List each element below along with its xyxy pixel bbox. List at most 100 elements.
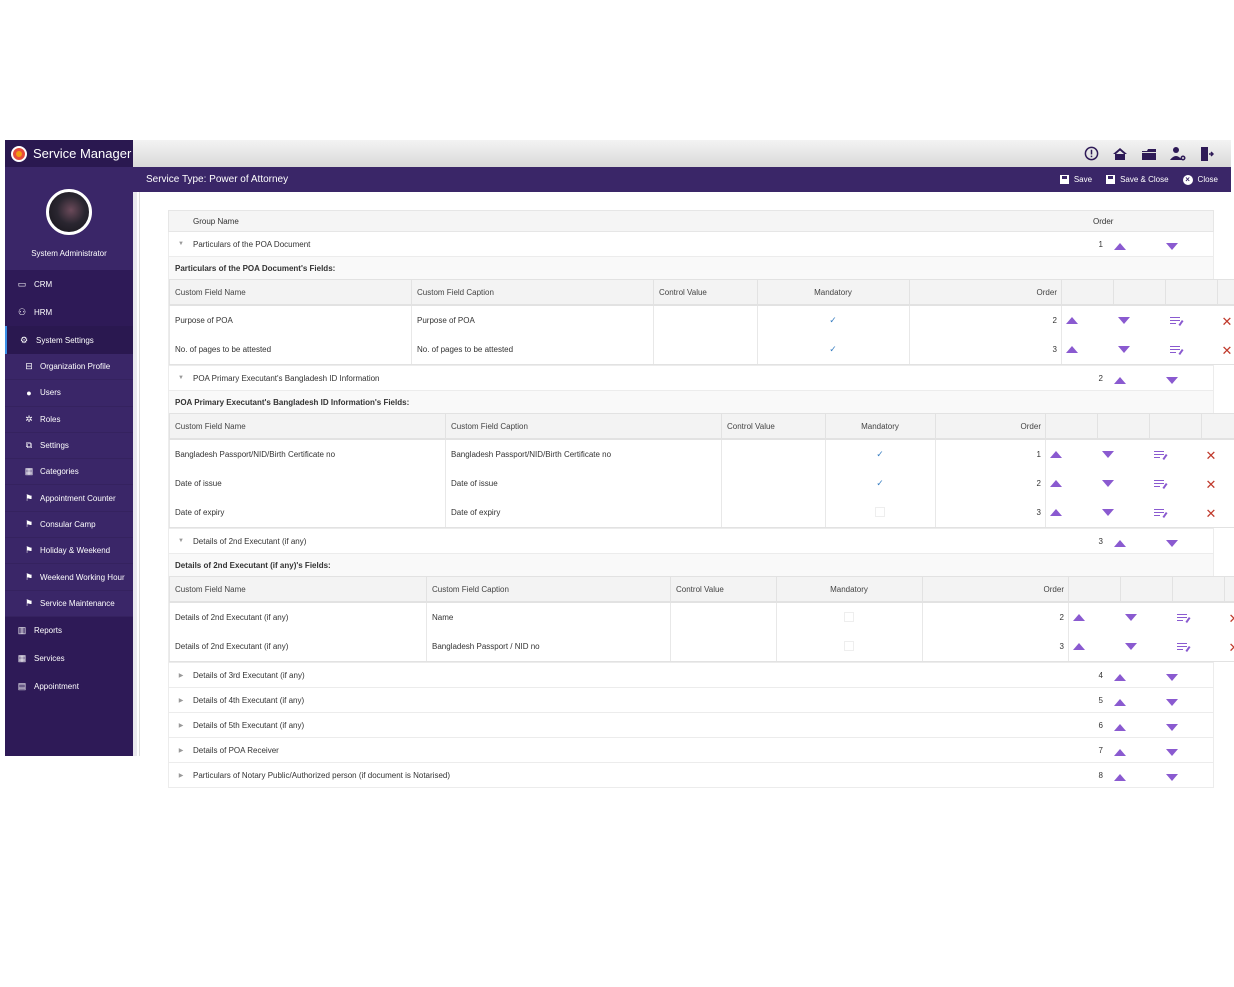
sidebar-item-crm[interactable]: ▭ CRM xyxy=(5,270,133,298)
caret-right-icon[interactable]: ▶ xyxy=(169,747,193,754)
edit-button[interactable] xyxy=(1150,439,1202,469)
caret-right-icon[interactable]: ▶ xyxy=(169,672,193,679)
move-down-button[interactable] xyxy=(1098,469,1150,498)
edit-button[interactable] xyxy=(1150,469,1202,498)
column-header-group-name[interactable]: Group Name xyxy=(193,217,1093,226)
sidebar-item-users[interactable]: ● Users xyxy=(5,380,133,407)
move-up-button[interactable] xyxy=(1109,720,1161,731)
sidebar-item-service-maintenance[interactable]: ⚑ Service Maintenance xyxy=(5,591,133,617)
delete-button[interactable]: ✕ xyxy=(1218,305,1234,335)
sidebar-item-appointment[interactable]: ▤ Appointment xyxy=(5,673,133,701)
checkmark-icon[interactable]: ✓ xyxy=(829,315,837,325)
home-icon[interactable] xyxy=(1112,146,1128,162)
column-header-order[interactable]: Order xyxy=(909,279,1062,306)
move-down-button[interactable] xyxy=(1161,670,1213,681)
move-up-button[interactable] xyxy=(1046,439,1098,469)
edit-button[interactable] xyxy=(1165,335,1218,365)
move-up-button[interactable] xyxy=(1109,536,1161,547)
column-header-mandatory[interactable]: Mandatory xyxy=(757,279,910,306)
move-down-button[interactable] xyxy=(1098,439,1150,469)
close-button[interactable]: × Close xyxy=(1182,174,1218,185)
move-up-button[interactable] xyxy=(1109,670,1161,681)
move-up-button[interactable] xyxy=(1061,335,1114,365)
checkmark-icon[interactable]: ✓ xyxy=(876,449,884,459)
move-up-button[interactable] xyxy=(1045,498,1098,528)
move-up-button[interactable] xyxy=(1046,469,1098,498)
logout-icon[interactable] xyxy=(1199,146,1215,162)
move-up-button[interactable] xyxy=(1069,602,1121,632)
column-header-mandatory[interactable]: Mandatory xyxy=(825,413,936,440)
column-header-order[interactable]: Order xyxy=(935,413,1046,440)
delete-button[interactable]: ✕ xyxy=(1225,602,1234,632)
caret-right-icon[interactable]: ▶ xyxy=(169,697,193,704)
sidebar-item-appointment-counter[interactable]: ⚑ Appointment Counter xyxy=(5,485,133,512)
sidebar-item-services[interactable]: ▦ Services xyxy=(5,645,133,673)
sidebar-item-reports[interactable]: ▥ Reports xyxy=(5,617,133,645)
move-down-button[interactable] xyxy=(1161,373,1213,384)
column-header-mandatory[interactable]: Mandatory xyxy=(776,576,923,603)
sidebar-item-consular-camp[interactable]: ⚑ Consular Camp xyxy=(5,512,133,539)
delete-button[interactable]: ✕ xyxy=(1201,498,1234,528)
move-down-button[interactable] xyxy=(1114,305,1166,335)
move-down-button[interactable] xyxy=(1161,695,1213,706)
column-header-field-name[interactable]: Custom Field Name xyxy=(169,279,412,306)
move-down-button[interactable] xyxy=(1121,602,1173,632)
column-header-field-caption[interactable]: Custom Field Caption xyxy=(445,413,722,440)
column-header-field-caption[interactable]: Custom Field Caption xyxy=(411,279,654,306)
caret-down-icon[interactable]: ▼ xyxy=(169,538,193,544)
move-down-button[interactable] xyxy=(1113,335,1166,365)
column-header-control-value[interactable]: Control Value xyxy=(653,279,758,306)
checkmark-icon[interactable]: ✓ xyxy=(876,478,884,488)
move-down-button[interactable] xyxy=(1097,498,1150,528)
move-down-button[interactable] xyxy=(1161,239,1213,250)
move-up-button[interactable] xyxy=(1062,305,1114,335)
edit-button[interactable] xyxy=(1149,498,1202,528)
column-header-order[interactable]: Order xyxy=(922,576,1069,603)
move-up-button[interactable] xyxy=(1109,770,1161,781)
sidebar-item-holiday-weekend[interactable]: ⚑ Holiday & Weekend xyxy=(5,538,133,565)
move-up-button[interactable] xyxy=(1109,695,1161,706)
column-header-order[interactable]: Order xyxy=(1093,217,1213,226)
move-down-button[interactable] xyxy=(1161,536,1213,547)
delete-button[interactable]: ✕ xyxy=(1217,335,1234,365)
sidebar-item-roles[interactable]: ✲ Roles xyxy=(5,407,133,433)
delete-button[interactable]: ✕ xyxy=(1224,632,1234,662)
sidebar-item-hrm[interactable]: ⚇ HRM xyxy=(5,298,133,326)
move-up-button[interactable] xyxy=(1109,239,1161,250)
mandatory-checkbox[interactable] xyxy=(844,611,854,622)
delete-button[interactable]: ✕ xyxy=(1202,439,1234,469)
column-header-field-name[interactable]: Custom Field Name xyxy=(169,413,446,440)
brand[interactable]: Service Manager xyxy=(5,140,133,167)
sidebar-item-weekend-working-hour[interactable]: ⚑ Weekend Working Hour xyxy=(5,564,133,591)
save-button[interactable]: Save xyxy=(1059,175,1092,184)
edit-button[interactable] xyxy=(1172,632,1225,662)
move-down-button[interactable] xyxy=(1161,745,1213,756)
column-header-field-caption[interactable]: Custom Field Caption xyxy=(426,576,671,603)
delete-button[interactable]: ✕ xyxy=(1202,469,1234,498)
caret-down-icon[interactable]: ▼ xyxy=(169,375,193,381)
column-header-field-name[interactable]: Custom Field Name xyxy=(169,576,427,603)
caret-right-icon[interactable]: ▶ xyxy=(169,722,193,729)
column-header-control-value[interactable]: Control Value xyxy=(721,413,826,440)
sidebar-item-settings[interactable]: ⧉ Settings xyxy=(5,433,133,460)
move-down-button[interactable] xyxy=(1161,770,1213,781)
user-settings-icon[interactable] xyxy=(1170,146,1186,162)
save-close-button[interactable]: Save & Close xyxy=(1106,175,1169,184)
sidebar-item-categories[interactable]: ▦ Categories xyxy=(5,459,133,486)
move-down-button[interactable] xyxy=(1161,720,1213,731)
move-down-button[interactable] xyxy=(1120,632,1173,662)
folder-icon[interactable] xyxy=(1141,146,1157,162)
caret-down-icon[interactable]: ▼ xyxy=(169,241,193,247)
mandatory-checkbox[interactable] xyxy=(844,640,854,651)
sidebar-item-system-settings[interactable]: ⚙ System Settings xyxy=(5,326,133,354)
caret-right-icon[interactable]: ▶ xyxy=(169,772,193,779)
checkmark-icon[interactable]: ✓ xyxy=(829,344,837,354)
avatar[interactable] xyxy=(46,189,92,235)
column-header-control-value[interactable]: Control Value xyxy=(670,576,777,603)
move-up-button[interactable] xyxy=(1068,632,1121,662)
edit-button[interactable] xyxy=(1166,305,1218,335)
move-up-button[interactable] xyxy=(1109,373,1161,384)
alert-icon[interactable] xyxy=(1083,146,1099,162)
edit-button[interactable] xyxy=(1173,602,1225,632)
mandatory-checkbox[interactable] xyxy=(875,506,885,517)
